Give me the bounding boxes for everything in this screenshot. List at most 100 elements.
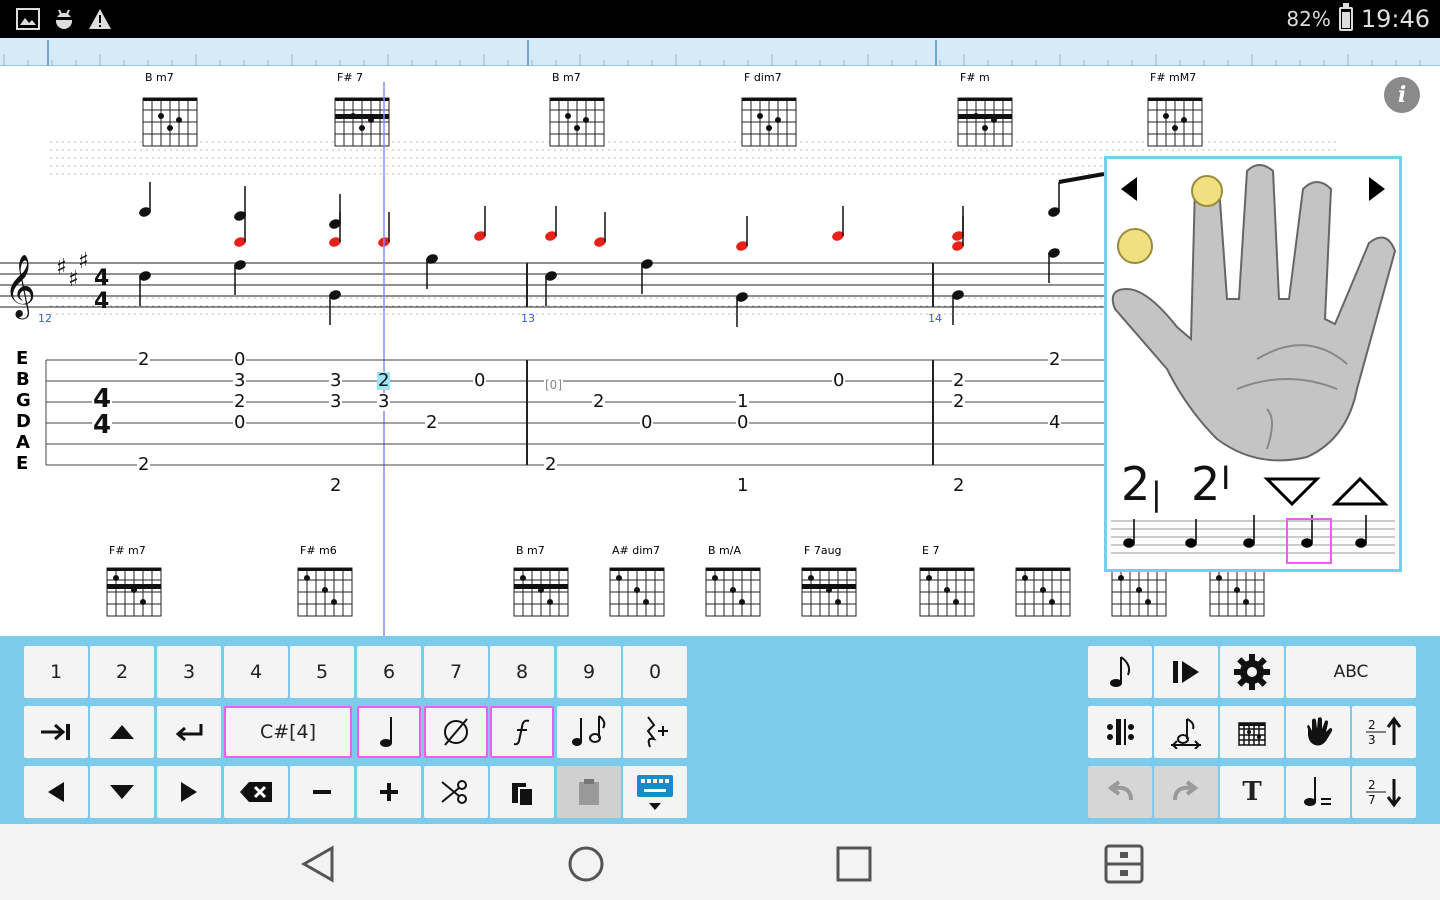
chord-name-label[interactable]: F# m6 (300, 544, 337, 557)
tab-fret-number[interactable]: 2 (137, 456, 151, 474)
digit-key-1[interactable]: 1 (24, 646, 88, 698)
backspace-key[interactable] (224, 766, 288, 818)
tab-fret-number[interactable]: 4 (1048, 414, 1062, 432)
split-screen-icon[interactable] (1102, 842, 1146, 886)
finger-label-left[interactable]: 2 (1121, 457, 1150, 511)
transpose-up-key[interactable]: 23 (1352, 706, 1416, 758)
tab-fret-number[interactable]: 2 (1048, 351, 1062, 369)
copy-key[interactable] (490, 766, 554, 818)
enter-key[interactable] (157, 706, 221, 758)
tab-fret-number[interactable]: 3 (329, 393, 343, 411)
chord-name-label[interactable]: F dim7 (744, 71, 782, 84)
chord-name-label[interactable]: B m/A (708, 544, 741, 557)
info-button[interactable]: i (1384, 77, 1420, 113)
right-key[interactable] (157, 766, 221, 818)
tab-fret-number[interactable]: 2 (952, 393, 966, 411)
chord-name-label[interactable]: B m7 (516, 544, 545, 557)
chord-diagram-key[interactable] (1220, 706, 1284, 758)
tab-fret-number[interactable]: 0 (832, 372, 846, 390)
tab-fret-number[interactable]: 2 (329, 477, 343, 495)
up-key[interactable] (90, 706, 154, 758)
recents-icon[interactable] (832, 842, 876, 886)
tab-fret-number[interactable]: 2 (137, 351, 151, 369)
left-key[interactable] (24, 766, 88, 818)
tie-key[interactable] (557, 706, 621, 758)
quarter-note-key[interactable] (357, 706, 421, 758)
text-key[interactable]: T (1220, 766, 1284, 818)
digit-key-3[interactable]: 3 (157, 646, 221, 698)
chord-name-label[interactable]: F# 7 (337, 71, 363, 84)
chord-name-label[interactable]: F# mM7 (1150, 71, 1196, 84)
undo-key[interactable] (1088, 766, 1152, 818)
eighth-note-key[interactable] (1088, 646, 1152, 698)
home-icon[interactable] (564, 842, 608, 886)
chord-diagram (1015, 567, 1071, 617)
tab-fret-number[interactable]: 3 (233, 372, 247, 390)
tab-fret-number[interactable]: 2 (377, 372, 391, 390)
transpose-down-key[interactable]: 27 (1352, 766, 1416, 818)
tab-fret-number[interactable]: [0] (544, 376, 563, 394)
note-name-key[interactable]: C#[4] (224, 706, 352, 758)
score-area[interactable]: 𝄞 ♯ ♯ ♯ 4 4 EBGDAE44 2 2 0 3 2 0 3 3 2 2 3 2 0 [0] 2 2 0 1 0 1 0 2… (0, 66, 1440, 636)
tab-fret-number[interactable]: 2 (952, 372, 966, 390)
back-icon[interactable] (296, 842, 340, 886)
no-chord-key[interactable] (424, 706, 488, 758)
digit-key-4[interactable]: 4 (224, 646, 288, 698)
tab-fret-number[interactable]: 0 (233, 414, 247, 432)
chord-name-label[interactable]: B m7 (145, 71, 174, 84)
tab-fret-number[interactable]: 2 (592, 393, 606, 411)
down-key[interactable] (90, 766, 154, 818)
tab-right-key[interactable] (24, 706, 88, 758)
tab-fret-number[interactable]: 2 (425, 414, 439, 432)
cut-key[interactable] (424, 766, 488, 818)
tab-fret-number[interactable]: 0 (233, 351, 247, 369)
fingering-panel[interactable]: 2 | 2 I (1104, 156, 1402, 572)
plus-key[interactable] (357, 766, 421, 818)
minus-key[interactable] (290, 766, 354, 818)
chord-name-label[interactable]: B m7 (552, 71, 581, 84)
digit-key-0[interactable]: 0 (623, 646, 687, 698)
dynamics-key[interactable] (490, 706, 554, 758)
settings-key[interactable] (1220, 646, 1284, 698)
tab-fret-number[interactable]: 3 (329, 372, 343, 390)
tab-fret-number[interactable]: 2 (233, 393, 247, 411)
chord-name-label[interactable]: A# dim7 (612, 544, 660, 557)
digit-key-7[interactable]: 7 (424, 646, 488, 698)
tempo-key[interactable] (1286, 766, 1350, 818)
digit-label: 9 (582, 661, 596, 683)
tab-fret-number[interactable]: 3 (377, 393, 391, 411)
chord-diagram (801, 567, 857, 617)
play-key[interactable] (1154, 646, 1218, 698)
tab-fret-number[interactable]: 1 (736, 393, 750, 411)
chord-name-label[interactable]: F# m7 (109, 544, 146, 557)
chord-name-label[interactable]: F# m (960, 71, 990, 84)
svg-text:4: 4 (94, 266, 109, 291)
digit-key-5[interactable]: 5 (290, 646, 354, 698)
tab-fret-number[interactable]: 0 (736, 414, 750, 432)
timeline-ruler[interactable] (0, 38, 1440, 66)
tab-fret-number[interactable]: 2 (544, 456, 558, 474)
paste-key[interactable] (557, 766, 621, 818)
chord-diagram (334, 97, 390, 147)
finger-label-right[interactable]: 2 (1191, 457, 1220, 511)
minus-icon (313, 790, 331, 794)
keyboard-toggle-key[interactable] (623, 766, 687, 818)
chord-name-label[interactable]: F 7aug (804, 544, 842, 557)
android-debug-icon (55, 9, 73, 29)
tab-fret-number[interactable]: 1 (736, 477, 750, 495)
repeat-barline-key[interactable] (1088, 706, 1152, 758)
digit-key-2[interactable]: 2 (90, 646, 154, 698)
digit-key-6[interactable]: 6 (357, 646, 421, 698)
digit-key-8[interactable]: 8 (490, 646, 554, 698)
fingering-key[interactable] (1286, 706, 1350, 758)
chord-name-label[interactable]: E 7 (922, 544, 939, 557)
digit-key-9[interactable]: 9 (557, 646, 621, 698)
abc-key[interactable]: ABC (1286, 646, 1416, 698)
tab-fret-number[interactable]: 0 (473, 372, 487, 390)
tab-fret-number[interactable]: 2 (952, 477, 966, 495)
grace-note-key[interactable] (1154, 706, 1218, 758)
tab-fret-number[interactable]: 0 (640, 414, 654, 432)
redo-key[interactable] (1154, 766, 1218, 818)
rest-add-key[interactable] (623, 706, 687, 758)
note-name-label: C#[4] (259, 721, 317, 743)
